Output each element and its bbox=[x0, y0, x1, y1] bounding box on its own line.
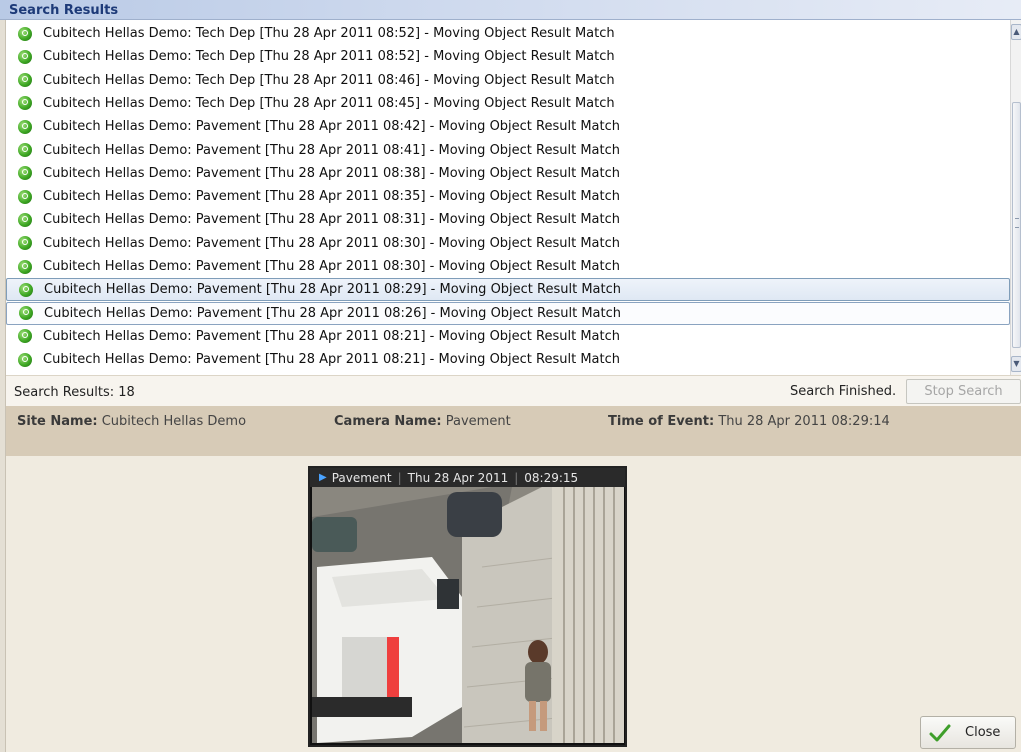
time-value: Thu 28 Apr 2011 08:29:14 bbox=[718, 414, 890, 429]
camera-label: Camera Name: bbox=[334, 414, 442, 429]
result-row-label: Cubitech Hellas Demo: Pavement [Thu 28 A… bbox=[44, 305, 622, 321]
result-row[interactable]: Cubitech Hellas Demo: Tech Dep [Thu 28 A… bbox=[6, 45, 1010, 68]
search-match-icon bbox=[18, 259, 32, 274]
search-match-icon bbox=[18, 166, 32, 181]
result-row-label: Cubitech Hellas Demo: Pavement [Thu 28 A… bbox=[44, 282, 622, 298]
event-details-bar: Site Name: Cubitech Hellas Demo Camera N… bbox=[6, 406, 1021, 456]
close-button-label: Close bbox=[965, 725, 1001, 740]
search-match-icon bbox=[18, 189, 32, 204]
result-row[interactable]: Cubitech Hellas Demo: Pavement [Thu 28 A… bbox=[6, 301, 1010, 325]
result-row-label: Cubitech Hellas Demo: Tech Dep [Thu 28 A… bbox=[43, 49, 615, 65]
video-camera-name: Pavement bbox=[331, 470, 392, 485]
result-row-label: Cubitech Hellas Demo: Tech Dep [Thu 28 A… bbox=[43, 95, 615, 111]
result-row-label: Cubitech Hellas Demo: Pavement [Thu 28 A… bbox=[43, 352, 621, 368]
result-row[interactable]: Cubitech Hellas Demo: Pavement [Thu 28 A… bbox=[6, 348, 1010, 371]
site-label: Site Name: bbox=[17, 414, 98, 429]
result-row[interactable]: Cubitech Hellas Demo: Pavement [Thu 28 A… bbox=[6, 232, 1010, 255]
result-row-label: Cubitech Hellas Demo: Pavement [Thu 28 A… bbox=[43, 212, 621, 228]
camera-snapshot-image bbox=[312, 487, 624, 743]
search-match-icon bbox=[18, 26, 32, 41]
result-row-label: Cubitech Hellas Demo: Pavement [Thu 28 A… bbox=[43, 259, 621, 274]
video-viewer[interactable]: ▶ Pavement | Thu 28 Apr 2011 | 08:29:15 bbox=[308, 466, 627, 747]
search-match-icon bbox=[18, 329, 32, 344]
scroll-down-icon[interactable]: ▼ bbox=[1011, 356, 1021, 372]
result-row-label: Cubitech Hellas Demo: Pavement [Thu 28 A… bbox=[43, 189, 621, 205]
result-row[interactable]: Cubitech Hellas Demo: Pavement [Thu 28 A… bbox=[6, 278, 1010, 302]
search-match-icon bbox=[18, 73, 32, 88]
search-status: Search Finished. bbox=[790, 384, 897, 399]
panel-title: Search Results bbox=[9, 3, 119, 18]
video-overlay-header: ▶ Pavement | Thu 28 Apr 2011 | 08:29:15 bbox=[310, 468, 625, 487]
status-bar: Search Results: 18 Search Finished. Stop… bbox=[6, 375, 1021, 406]
time-info: Time of Event: Thu 28 Apr 2011 08:29:14 bbox=[608, 414, 890, 429]
result-row-label: Cubitech Hellas Demo: Tech Dep [Thu 28 A… bbox=[43, 26, 615, 41]
play-icon[interactable]: ▶ bbox=[319, 472, 327, 483]
camera-value: Pavement bbox=[445, 414, 511, 429]
result-row-label: Cubitech Hellas Demo: Tech Dep [Thu 28 A… bbox=[43, 72, 615, 88]
search-match-icon bbox=[18, 96, 32, 111]
search-match-icon bbox=[18, 143, 32, 157]
result-row[interactable]: Cubitech Hellas Demo: Tech Dep [Thu 28 A… bbox=[6, 22, 1010, 45]
result-row[interactable]: Cubitech Hellas Demo: Pavement [Thu 28 A… bbox=[6, 255, 1010, 278]
scroll-thumb[interactable] bbox=[1012, 102, 1021, 348]
results-count: Search Results: 18 bbox=[14, 385, 135, 400]
search-match-icon bbox=[18, 352, 32, 367]
scroll-up-icon[interactable]: ▲ bbox=[1011, 24, 1021, 40]
result-row[interactable]: Cubitech Hellas Demo: Tech Dep [Thu 28 A… bbox=[6, 92, 1010, 115]
site-value: Cubitech Hellas Demo bbox=[101, 414, 247, 429]
site-info: Site Name: Cubitech Hellas Demo bbox=[17, 414, 246, 429]
results-scrollbar[interactable]: ▲ ▼ bbox=[1010, 20, 1021, 375]
camera-info: Camera Name: Pavement bbox=[334, 414, 511, 429]
result-row[interactable]: Cubitech Hellas Demo: Pavement [Thu 28 A… bbox=[6, 162, 1010, 185]
scroll-grip-icon bbox=[1015, 218, 1019, 228]
checkmark-icon bbox=[929, 724, 951, 741]
result-row[interactable]: Cubitech Hellas Demo: Pavement [Thu 28 A… bbox=[6, 208, 1010, 231]
result-row[interactable]: Cubitech Hellas Demo: Tech Dep [Thu 28 A… bbox=[6, 69, 1010, 92]
divider: | bbox=[397, 470, 402, 485]
search-match-icon bbox=[18, 236, 32, 251]
search-match-icon bbox=[18, 119, 32, 134]
video-date: Thu 28 Apr 2011 bbox=[407, 470, 509, 485]
result-row[interactable]: Cubitech Hellas Demo: Pavement [Thu 28 A… bbox=[6, 185, 1010, 208]
search-results-list[interactable]: Cubitech Hellas Demo: Tech Dep [Thu 28 A… bbox=[6, 20, 1010, 375]
time-label: Time of Event: bbox=[608, 414, 715, 429]
search-match-icon bbox=[18, 49, 32, 64]
video-time: 08:29:15 bbox=[524, 470, 579, 485]
search-match-icon bbox=[18, 212, 32, 227]
close-button[interactable]: Close bbox=[920, 716, 1016, 749]
stop-search-button[interactable]: Stop Search bbox=[906, 379, 1021, 404]
panel-title-bar: Search Results bbox=[0, 0, 1021, 20]
result-row-label: Cubitech Hellas Demo: Pavement [Thu 28 A… bbox=[43, 328, 621, 344]
search-match-icon bbox=[19, 306, 33, 321]
search-match-icon bbox=[19, 282, 33, 297]
result-row[interactable]: Cubitech Hellas Demo: Pavement [Thu 28 A… bbox=[6, 139, 1010, 162]
result-row-label: Cubitech Hellas Demo: Pavement [Thu 28 A… bbox=[43, 165, 621, 181]
result-row[interactable]: Cubitech Hellas Demo: Pavement [Thu 28 A… bbox=[6, 115, 1010, 138]
result-row-label: Cubitech Hellas Demo: Pavement [Thu 28 A… bbox=[43, 142, 621, 158]
result-row-label: Cubitech Hellas Demo: Pavement [Thu 28 A… bbox=[43, 235, 621, 251]
result-row-label: Cubitech Hellas Demo: Pavement [Thu 28 A… bbox=[43, 119, 621, 135]
divider: | bbox=[514, 470, 519, 485]
result-row[interactable]: Cubitech Hellas Demo: Pavement [Thu 28 A… bbox=[6, 325, 1010, 348]
